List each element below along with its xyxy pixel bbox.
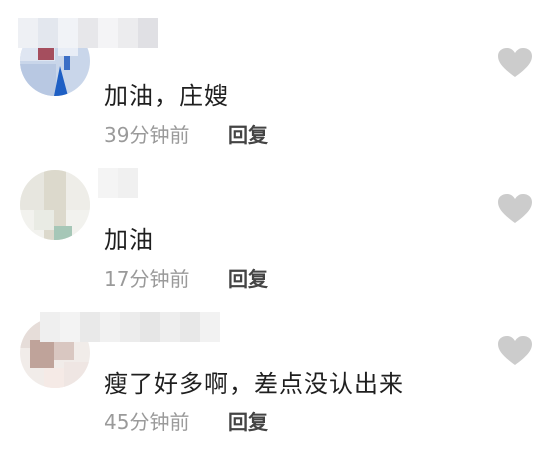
reply-button[interactable]: 回复 xyxy=(228,263,268,292)
avatar-image xyxy=(20,170,90,240)
heart-icon xyxy=(498,48,532,77)
comment-item: 加油 17分钟前 回复 xyxy=(0,150,551,300)
comment-time: 17分钟前 xyxy=(104,267,190,291)
heart-icon xyxy=(498,336,532,365)
comment-time: 39分钟前 xyxy=(104,123,190,147)
comment-text: 加油 xyxy=(104,226,154,254)
comment-item: 瘦了好多啊，差点没认出来 45分钟前 回复 xyxy=(0,300,551,452)
comment-time: 45分钟前 xyxy=(104,410,190,434)
username-blurred[interactable] xyxy=(98,168,138,198)
heart-icon xyxy=(498,194,532,223)
like-button[interactable] xyxy=(498,48,532,78)
like-button[interactable] xyxy=(498,336,532,366)
reply-button[interactable]: 回复 xyxy=(228,119,268,148)
reply-button[interactable]: 回复 xyxy=(228,406,268,435)
comment-text: 瘦了好多啊，差点没认出来 xyxy=(104,370,404,398)
comment-text: 加油，庄嫂 xyxy=(104,82,229,110)
username-blurred[interactable] xyxy=(40,312,220,342)
like-button[interactable] xyxy=(498,194,532,224)
avatar[interactable] xyxy=(20,170,90,240)
comment-item: 加油，庄嫂 39分钟前 回复 xyxy=(0,0,551,150)
username-blurred[interactable] xyxy=(18,18,158,48)
